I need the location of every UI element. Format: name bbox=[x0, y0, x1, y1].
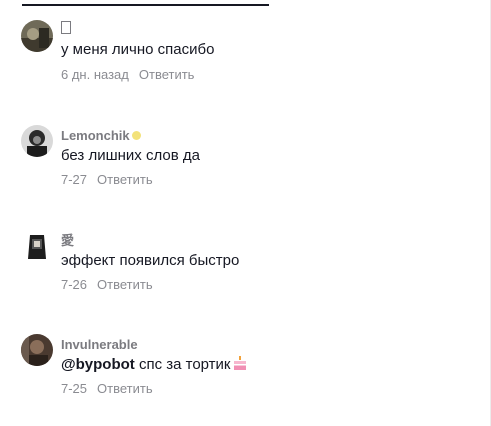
avatar[interactable] bbox=[21, 334, 53, 366]
comment-text: эффект появился быстро bbox=[61, 252, 240, 269]
comment-meta: 6 дн. назад Ответить bbox=[61, 67, 194, 83]
cake-icon bbox=[233, 355, 247, 377]
avatar[interactable] bbox=[21, 229, 53, 261]
comment-text: @bypobot спс за тортик bbox=[61, 355, 247, 377]
comment-time: 7-25 bbox=[61, 381, 88, 396]
comment-text: без лишних слов да bbox=[61, 147, 200, 164]
reply-button[interactable]: Ответить bbox=[139, 67, 195, 82]
comment-author[interactable] bbox=[61, 21, 71, 37]
comment-author[interactable]: Invulnerable bbox=[61, 337, 138, 353]
reply-button[interactable]: Ответить bbox=[97, 381, 153, 396]
comment-text: у меня лично спасибо bbox=[61, 41, 215, 58]
comment-meta: 7-27 Ответить bbox=[61, 172, 153, 188]
mention-link[interactable]: @bypobot bbox=[61, 356, 135, 373]
comment-author[interactable]: 愛 bbox=[61, 233, 74, 249]
avatar[interactable] bbox=[21, 20, 53, 52]
avatar[interactable] bbox=[21, 125, 53, 157]
comment-meta: 7-25 Ответить bbox=[61, 381, 153, 397]
comment-time: 7-26 bbox=[61, 277, 88, 292]
reply-button[interactable]: Ответить bbox=[97, 277, 153, 292]
reply-button[interactable]: Ответить bbox=[97, 172, 153, 187]
comment-body: спс за тортик bbox=[134, 356, 231, 373]
comments-panel: у меня лично спасибо 6 дн. назад Ответить… bbox=[0, 0, 491, 426]
missing-glyph-icon bbox=[61, 21, 71, 34]
comment-meta: 7-26 Ответить bbox=[61, 277, 153, 293]
comment-author[interactable]: Lemonchik bbox=[61, 128, 141, 144]
comment-time: 7-27 bbox=[61, 172, 88, 187]
active-tab-indicator bbox=[22, 4, 269, 6]
online-dot-icon bbox=[131, 131, 141, 140]
comment-time: 6 дн. назад bbox=[61, 67, 129, 82]
